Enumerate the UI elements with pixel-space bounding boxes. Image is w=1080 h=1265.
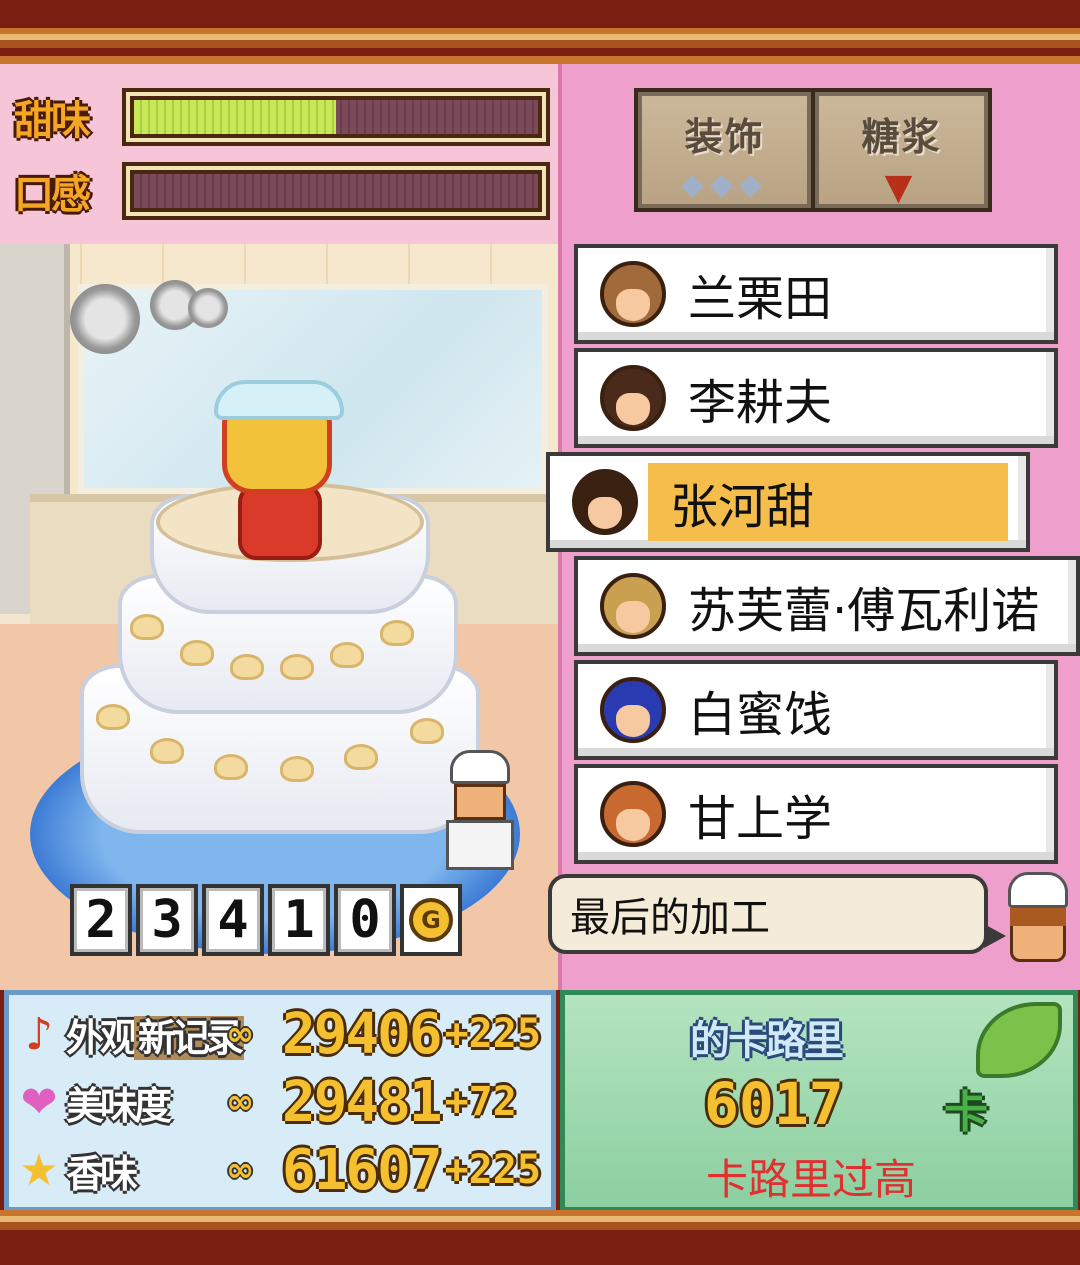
- heart-icon: ❤: [20, 1076, 58, 1128]
- cream-swirl: [150, 738, 184, 764]
- staff-portrait-icon: [600, 365, 666, 431]
- syrup-button[interactable]: 糖浆 ▼: [815, 92, 988, 208]
- cream-swirl: [280, 654, 314, 680]
- sweetness-meter-fill: [134, 100, 336, 134]
- staff-item[interactable]: 李耕夫: [574, 348, 1058, 448]
- tool-buttons: 装饰 ◆◆◆ 糖浆 ▼: [634, 88, 992, 212]
- speech-text: 最后的加工: [570, 895, 770, 941]
- staff-name: 苏芙蕾·傅瓦利诺: [688, 583, 1040, 639]
- cream-swirl: [380, 620, 414, 646]
- calorie-title: 的卡路里: [690, 1018, 844, 1064]
- music-note-icon: ♪: [24, 1008, 54, 1060]
- stat-row-aroma: ★ 香味 ∞ 61607 +225: [12, 1136, 541, 1204]
- sweetness-label: 甜味: [14, 98, 91, 144]
- star-icon: ★: [19, 1144, 59, 1196]
- cream-swirl: [344, 744, 378, 770]
- decorate-button-label: 装饰: [684, 115, 765, 159]
- staff-name: 兰栗田: [688, 271, 833, 327]
- staff-portrait-icon: [600, 781, 666, 847]
- stat-value: 29406: [282, 1001, 443, 1067]
- stat-row-appearance: ♪ 外观 新记录 ∞ 29406 +225: [12, 1000, 541, 1068]
- stat-label: 美味度: [66, 1083, 172, 1128]
- cake-topper-cream-cap: [214, 380, 344, 420]
- staff-portrait-icon: [600, 677, 666, 743]
- stat-value: 61607: [282, 1137, 443, 1203]
- gold-digit: 2: [70, 884, 132, 956]
- texture-label: 口感: [14, 172, 91, 218]
- staff-name: 李耕夫: [688, 375, 833, 431]
- calorie-warning: 卡路里过高: [706, 1155, 917, 1204]
- top-frame: [0, 0, 1080, 64]
- calorie-value: 6017: [704, 1070, 844, 1138]
- cream-swirl: [280, 756, 314, 782]
- staff-portrait-icon: [572, 469, 638, 535]
- kitchen-scene: 2 3 4 1 0 G: [0, 244, 558, 990]
- hanging-pan-icon: [70, 284, 140, 354]
- hanging-pan-icon: [188, 288, 228, 328]
- texture-meter: [122, 162, 550, 220]
- taste-meters-panel: 甜味 口感: [0, 64, 558, 244]
- gold-counter: 2 3 4 1 0 G: [70, 884, 462, 956]
- cream-swirl: [330, 642, 364, 668]
- bottom-frame: [0, 1210, 1080, 1265]
- stat-bonus: +225: [444, 1011, 541, 1057]
- staff-name: 白蜜饯: [688, 687, 833, 743]
- infinity-icon: ∞: [226, 1014, 255, 1054]
- stat-bonus: +72: [444, 1079, 517, 1125]
- speech-bubble: 最后的加工: [548, 874, 1006, 954]
- staff-item[interactable]: 甘上学: [574, 764, 1058, 864]
- staff-name: 张河甜: [648, 463, 1008, 541]
- staff-name: 甘上学: [688, 791, 833, 847]
- stat-label: 香味: [66, 1151, 138, 1196]
- gold-digit: 4: [202, 884, 264, 956]
- head-chef-avatar: [1004, 872, 1076, 966]
- sweetness-meter: [122, 88, 550, 146]
- infinity-icon: ∞: [226, 1150, 255, 1190]
- gold-digit: 0: [334, 884, 396, 956]
- stat-label: 外观 新记录: [66, 1007, 244, 1062]
- staff-item[interactable]: 苏芙蕾·傅瓦利诺: [574, 556, 1080, 656]
- staff-item-selected[interactable]: 张河甜: [546, 452, 1030, 552]
- cream-swirl: [410, 718, 444, 744]
- syrup-button-label: 糖浆: [861, 115, 942, 159]
- stat-value: 29481: [282, 1069, 443, 1135]
- cream-swirl: [130, 614, 164, 640]
- cream-swirl: [180, 640, 214, 666]
- staff-portrait-icon: [600, 573, 666, 639]
- cream-swirl: [230, 654, 264, 680]
- cream-drops-icon: ◆◆◆: [680, 167, 769, 202]
- gold-digit: 1: [268, 884, 330, 956]
- decorate-button[interactable]: 装饰 ◆◆◆: [638, 92, 811, 208]
- calorie-unit: 卡: [944, 1087, 988, 1138]
- stat-row-taste: ❤ 美味度 ∞ 29481 +72: [12, 1068, 517, 1136]
- sauce-drip-icon: ▼: [884, 167, 919, 208]
- infinity-icon: ∞: [226, 1082, 255, 1122]
- staff-portrait-icon: [600, 261, 666, 327]
- cream-swirl: [214, 754, 248, 780]
- cream-swirl: [96, 704, 130, 730]
- chef-character: [444, 750, 516, 880]
- stat-bonus: +225: [444, 1147, 541, 1193]
- staff-item[interactable]: 白蜜饯: [574, 660, 1058, 760]
- cake-topper-figure-body: [238, 484, 322, 560]
- staff-item[interactable]: 兰栗田: [574, 244, 1058, 344]
- gold-coin-icon: G: [400, 884, 462, 956]
- gold-digit: 3: [136, 884, 198, 956]
